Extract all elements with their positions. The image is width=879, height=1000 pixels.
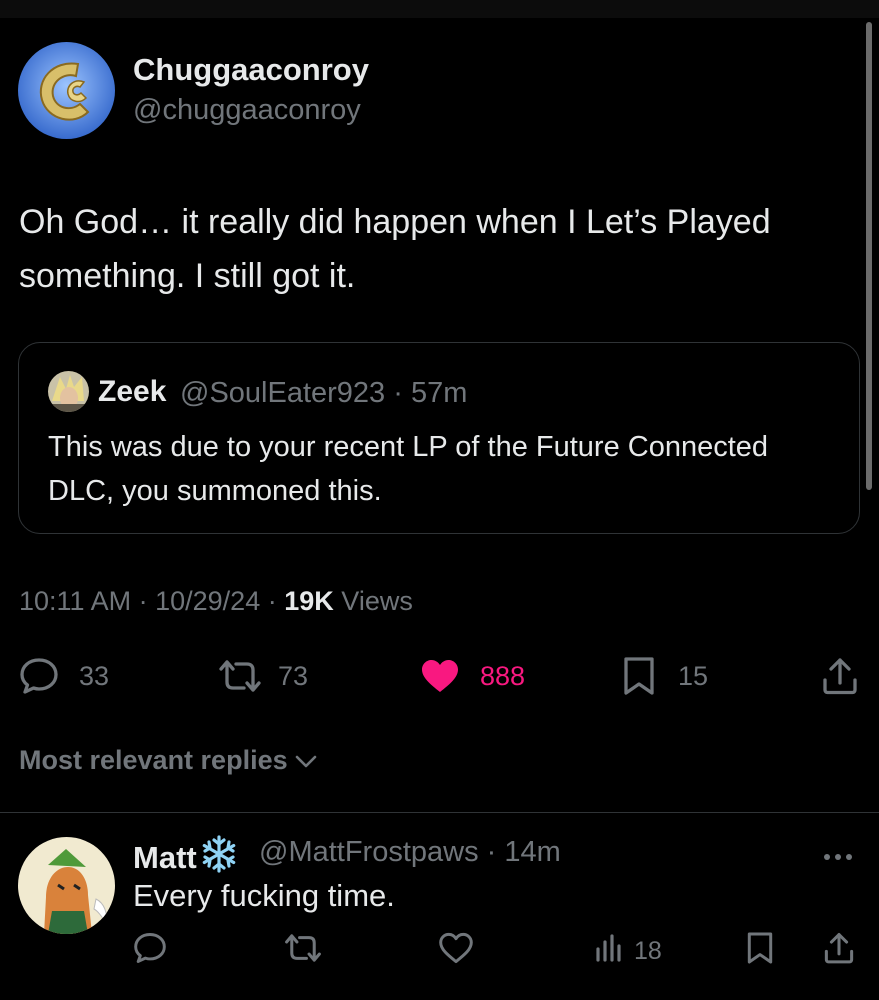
repost-button[interactable]: 73 [218,655,308,697]
bookmark-icon [746,931,774,972]
replies-sort-dropdown[interactable]: Most relevant replies [19,745,318,776]
quote-handle[interactable]: @SoulEater923 [180,377,385,409]
repost-arrows-icon [218,658,262,694]
reply-count: 33 [79,660,110,691]
author-handle[interactable]: @chuggaaconroy [133,94,361,127]
reply-author-name[interactable]: Matt [133,834,239,882]
speech-bubble-icon [133,932,167,971]
reply-time: 14m [504,836,561,868]
separator: · [486,836,497,868]
reply-repost-button[interactable] [284,932,322,970]
tweet-time: 10:11 AM [19,586,132,616]
replies-sort-label: Most relevant replies [19,745,288,775]
more-dots-icon[interactable] [822,838,854,869]
bookmark-icon [622,656,656,696]
share-upload-icon [821,656,859,696]
reply-avatar[interactable] [18,837,115,934]
repost-count: 73 [278,660,309,691]
divider [0,812,879,813]
reply-views-count: 18 [634,936,662,965]
speech-bubble-icon [19,657,59,695]
chevron-down-icon [294,745,318,776]
like-count: 888 [480,660,526,691]
reply-views-button[interactable]: 18 [594,932,662,970]
reply-author-name-text: Matt [133,840,197,875]
separator: · [393,377,403,409]
top-bar [0,0,879,18]
tweet-meta: 10:11 AM · 10/29/24 · 19K Views [19,586,413,617]
tweet-date: 10/29/24 [155,586,261,616]
quote-handle-line: @SoulEater923 · 57m [180,377,467,410]
share-upload-icon [823,931,855,972]
like-button[interactable]: 888 [420,655,525,697]
views-count: 19K [284,586,334,616]
reply-handle-line: @MattFrostpaws · 14m [259,836,561,869]
author-name[interactable]: Chuggaaconroy [133,52,369,88]
bookmark-count: 15 [678,660,709,691]
reply-share-button[interactable] [823,932,855,970]
quote-time: 57m [410,377,468,409]
quote-text: This was due to your recent LP of the Fu… [48,431,769,507]
reply-reply-button[interactable] [133,932,167,970]
quote-author-name[interactable]: Zeek [98,375,166,409]
separator: · [267,586,277,616]
tweet-text: Oh God… it really did happen when I Let’… [19,203,771,295]
bar-chart-icon [594,933,624,970]
scrollbar[interactable] [866,22,872,490]
reply-bookmark-button[interactable] [746,932,774,970]
bookmark-button[interactable]: 15 [622,655,708,697]
quote-avatar [48,371,89,412]
quoted-tweet-card[interactable]: Zeek @SoulEater923 · 57m This was due to… [18,342,860,534]
share-button[interactable] [821,655,859,697]
repost-arrows-icon [284,932,322,971]
views-label: Views [341,586,413,616]
heart-icon [439,932,473,971]
reply-handle[interactable]: @MattFrostpaws [259,836,479,868]
snowflake-icon [199,834,239,882]
reply-button[interactable]: 33 [19,655,109,697]
reply-like-button[interactable] [439,932,473,970]
heart-icon [420,658,460,694]
separator: · [138,586,148,616]
reply-text: Every fucking time. [133,878,395,913]
author-avatar[interactable] [18,42,115,139]
